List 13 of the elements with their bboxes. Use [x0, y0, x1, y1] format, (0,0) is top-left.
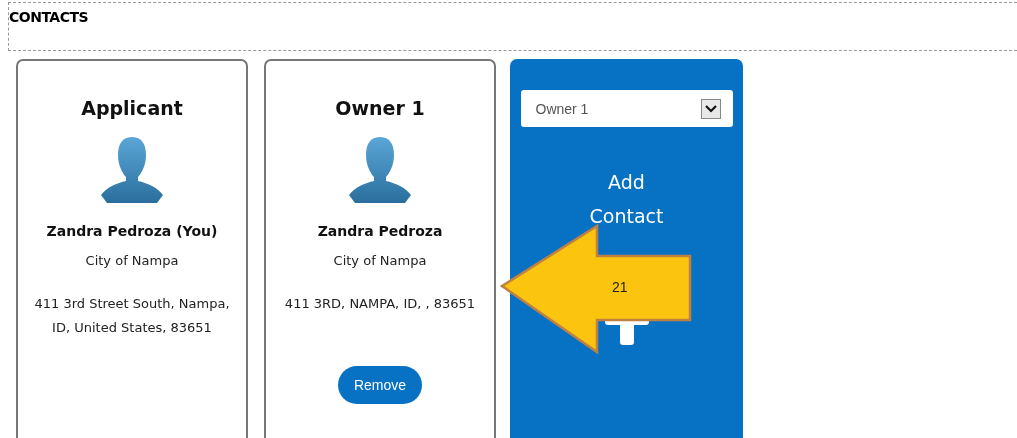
contact-organization: City of Nampa [85, 253, 179, 268]
contact-address: 411 3rd Street South, Nampa, ID, United States, 83651 [33, 295, 231, 337]
contact-name: Zandra Pedroza [317, 223, 443, 239]
contact-name: Zandra Pedroza (You) [46, 223, 218, 239]
contact-role: Owner 1 [335, 97, 425, 119]
contact-address: 411 3RD, NAMPA, ID, , 83651 [284, 295, 476, 313]
callout-number: 21 [612, 279, 628, 295]
section-title: CONTACTS [9, 9, 89, 25]
add-contact-label: Add Contact [588, 170, 665, 229]
contact-organization: City of Nampa [333, 253, 427, 268]
contact-type-select[interactable]: Owner 1 [520, 90, 733, 127]
remove-button[interactable]: Remove [337, 366, 423, 404]
contact-role: Applicant [81, 97, 183, 119]
